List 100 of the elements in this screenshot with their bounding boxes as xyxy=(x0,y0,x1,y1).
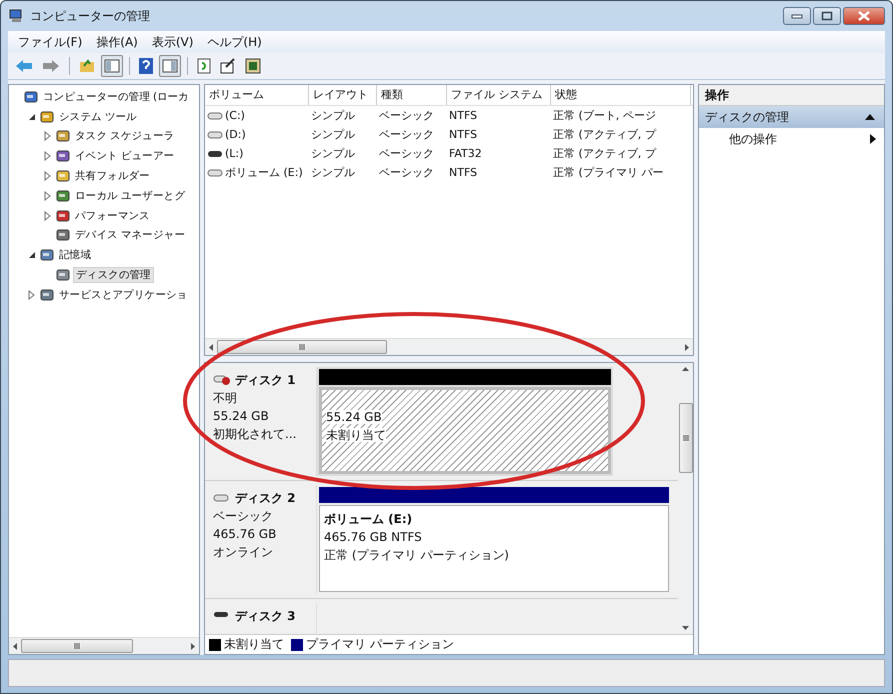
tree-item[interactable]: ディスクの管理 xyxy=(73,267,154,284)
column-header[interactable]: ファイル システム xyxy=(447,85,551,105)
table-cell: 正常 (プライマリ パー xyxy=(553,165,664,180)
partition-title: ボリューム (E:) xyxy=(324,511,414,528)
minimize-button[interactable] xyxy=(783,7,811,25)
collapsed-arrow-icon[interactable] xyxy=(43,131,53,142)
disk-name: ディスク 3 xyxy=(235,608,296,624)
menu-item[interactable]: ファイル(F) xyxy=(18,34,82,50)
tree-item[interactable]: システム ツール xyxy=(57,110,139,124)
disk-info: ベーシック xyxy=(213,508,274,525)
table-cell: シンプル xyxy=(311,165,355,180)
column-header[interactable]: ボリューム xyxy=(205,85,309,105)
table-cell: ベーシック xyxy=(379,146,434,161)
action-item[interactable]: 他の操作 xyxy=(699,128,884,150)
partition-info: 55.24 GB xyxy=(326,410,382,424)
disk-info: 465.76 GB xyxy=(213,526,278,543)
scroll-right-arrow-icon xyxy=(191,642,195,650)
table-cell: シンプル xyxy=(311,127,355,142)
table-cell: 正常 (ブート, ページ xyxy=(553,108,656,123)
column-header[interactable]: 状態 xyxy=(551,85,691,105)
table-cell: シンプル xyxy=(311,146,355,161)
horizontal-scrollbar[interactable] xyxy=(9,637,199,654)
tree-item[interactable]: パフォーマンス xyxy=(73,208,152,223)
unallocated-partition[interactable]: 55.24 GB 未割り当て xyxy=(319,387,611,474)
table-cell: FAT32 xyxy=(449,147,482,160)
actions-header: 操作 xyxy=(699,85,884,106)
tree-item[interactable]: 記憶域 xyxy=(57,248,94,262)
tree-item[interactable]: 共有フォルダー xyxy=(73,169,152,184)
disk-info: オンライン xyxy=(213,544,274,561)
properties-icon xyxy=(220,58,236,74)
disk-info: 55.24 GB xyxy=(213,408,270,425)
table-cell: (C:) xyxy=(225,109,245,122)
disk-name: ディスク 2 xyxy=(235,490,296,506)
drive-icon xyxy=(207,148,223,158)
grip-icon xyxy=(299,344,305,350)
actions-section[interactable]: ディスクの管理 xyxy=(699,106,884,128)
tree-item[interactable]: タスク スケジューラ xyxy=(73,129,176,144)
minimize-icon xyxy=(791,13,803,19)
scroll-left-arrow-icon xyxy=(209,344,213,350)
collapsed-arrow-icon[interactable] xyxy=(43,210,53,221)
disk-info: 不明 xyxy=(213,390,238,407)
pane-icon xyxy=(162,59,178,73)
disk-info: 初期化されて... xyxy=(213,426,298,443)
pane-icon xyxy=(104,59,120,73)
grip-icon xyxy=(682,435,688,441)
table-cell: ベーシック xyxy=(379,165,434,180)
partition-info: 465.76 GB NTFS xyxy=(324,530,422,544)
tree-item[interactable]: イベント ビューアー xyxy=(73,149,176,164)
drive-icon xyxy=(207,130,223,140)
table-cell: (L:) xyxy=(225,147,244,160)
table-cell: 正常 (アクティブ, プ xyxy=(553,127,656,142)
tree-item[interactable]: コンピューターの管理 (ローカ xyxy=(41,90,191,104)
collapsed-arrow-icon[interactable] xyxy=(43,171,53,182)
tree-item[interactable]: デバイス マネージャー xyxy=(73,228,188,242)
expanded-arrow-icon[interactable] xyxy=(27,112,37,122)
collapsed-arrow-icon[interactable] xyxy=(43,151,53,162)
partition-info: 正常 (プライマリ パーティション) xyxy=(324,548,509,562)
refresh-icon xyxy=(197,58,211,74)
submenu-arrow-icon xyxy=(870,134,876,144)
partition-info: 未割り当て xyxy=(326,428,386,442)
table-cell: シンプル xyxy=(311,108,355,123)
maximize-button[interactable] xyxy=(813,7,841,25)
partition[interactable]: ボリューム (E:) 465.76 GB NTFS 正常 (プライマリ パーティション) xyxy=(319,505,669,592)
close-icon xyxy=(857,11,871,21)
table-cell: ベーシック xyxy=(379,108,434,123)
scroll-right-arrow-icon xyxy=(685,344,689,350)
window-title: コンピューターの管理 xyxy=(30,8,150,24)
maximize-icon xyxy=(821,11,833,21)
column-header[interactable]: 種類 xyxy=(377,85,447,105)
legend-label: 未割り当て xyxy=(224,636,284,653)
table-cell: NTFS xyxy=(449,109,478,122)
scroll-down-arrow-icon xyxy=(682,626,689,630)
menu-item[interactable]: ヘルプ(H) xyxy=(207,34,262,50)
table-cell: NTFS xyxy=(449,128,478,141)
menu-item[interactable]: 表示(V) xyxy=(152,34,194,50)
scroll-up-arrow-icon xyxy=(682,367,689,371)
tree-item[interactable]: サービスとアプリケーショ xyxy=(57,288,190,302)
forward-arrow-icon xyxy=(42,59,60,73)
collapsed-arrow-icon[interactable] xyxy=(43,190,53,201)
table-cell: ベーシック xyxy=(379,127,434,142)
collapsed-arrow-icon[interactable] xyxy=(27,290,37,300)
drive-icon xyxy=(207,110,223,120)
column-header[interactable]: レイアウト xyxy=(309,85,377,105)
console-tree-button[interactable] xyxy=(101,55,123,77)
close-button[interactable] xyxy=(843,7,885,25)
table-cell: (D:) xyxy=(225,128,246,141)
disk-name: ディスク 1 xyxy=(235,372,296,388)
horizontal-scrollbar[interactable] xyxy=(205,338,693,355)
drive-icon xyxy=(207,168,223,178)
help-button[interactable] xyxy=(136,55,156,77)
menu-item[interactable]: 操作(A) xyxy=(96,34,138,50)
table-cell: NTFS xyxy=(449,166,478,179)
back-arrow-icon xyxy=(15,59,33,73)
table-cell: 正常 (アクティブ, プ xyxy=(553,146,656,161)
expanded-arrow-icon[interactable] xyxy=(27,250,37,260)
legend-label: プライマリ パーティション xyxy=(306,636,454,653)
tree-item[interactable]: ローカル ユーザーとグ xyxy=(73,188,188,203)
help-icon xyxy=(139,58,153,74)
scroll-left-arrow-icon xyxy=(13,642,17,650)
action-pane-button[interactable] xyxy=(159,55,181,77)
